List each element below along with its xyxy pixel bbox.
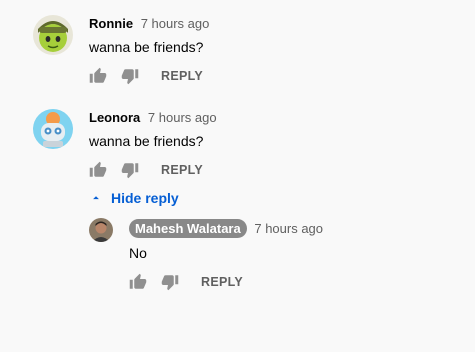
thumbs-up-icon	[129, 273, 147, 289]
like-button[interactable]	[89, 161, 109, 181]
thumbs-up-icon	[89, 67, 107, 83]
comment-actions: REPLY	[129, 273, 279, 293]
dislike-button[interactable]	[161, 273, 181, 293]
like-button[interactable]	[129, 273, 149, 293]
comment-text: No	[129, 245, 147, 261]
dislike-button[interactable]	[121, 67, 141, 87]
comment-author[interactable]: Leonora	[89, 110, 140, 125]
hide-replies-label: Hide reply	[111, 190, 179, 206]
comment-actions: REPLY	[89, 161, 239, 181]
dislike-button[interactable]	[121, 161, 141, 181]
comment-text: wanna be friends?	[89, 133, 204, 149]
comment-timestamp[interactable]: 7 hours ago	[148, 110, 217, 125]
comment-author[interactable]: Ronnie	[89, 16, 133, 31]
thumbs-down-icon	[161, 275, 179, 291]
comment-timestamp[interactable]: 7 hours ago	[141, 16, 210, 31]
cartoon-robot-icon	[33, 109, 73, 149]
avatar[interactable]	[33, 15, 73, 55]
reply-button[interactable]: REPLY	[161, 69, 203, 83]
thumbs-down-icon	[121, 69, 139, 85]
reply-button[interactable]: REPLY	[201, 275, 243, 289]
comment-actions: REPLY	[89, 67, 239, 87]
person-photo-icon	[89, 218, 113, 242]
caret-up-icon	[93, 196, 99, 200]
green-helmet-character-icon	[33, 15, 73, 55]
channel-owner-author-chip[interactable]: Mahesh Walatara	[129, 219, 247, 238]
like-button[interactable]	[89, 67, 109, 87]
comment-text: wanna be friends?	[89, 39, 204, 55]
avatar[interactable]	[89, 218, 113, 242]
avatar[interactable]	[33, 109, 73, 149]
thumbs-down-icon	[121, 163, 139, 179]
reply-button[interactable]: REPLY	[161, 163, 203, 177]
hide-replies-button[interactable]: Hide reply	[89, 189, 179, 207]
thumbs-up-icon	[89, 161, 107, 177]
comment-timestamp[interactable]: 7 hours ago	[254, 221, 323, 236]
